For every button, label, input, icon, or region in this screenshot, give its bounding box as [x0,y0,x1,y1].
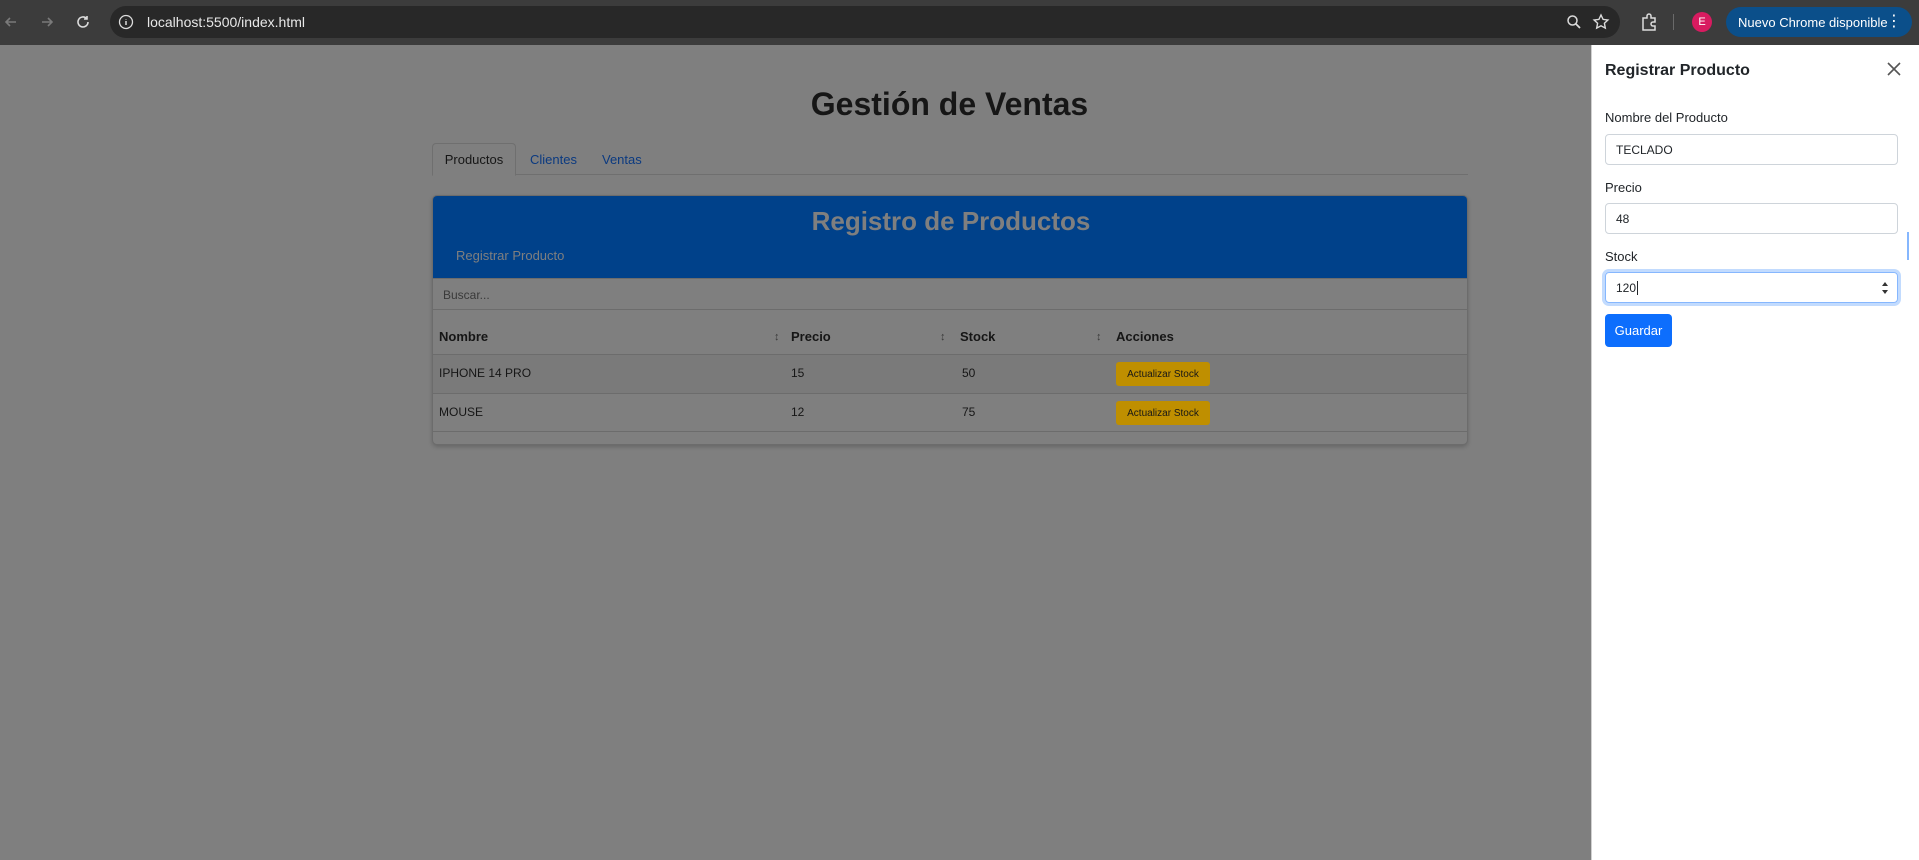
browser-toolbar: localhost:5500/index.html E Nuevo Chrome… [0,0,1919,45]
address-bar[interactable]: localhost:5500/index.html [110,6,1620,38]
focus-ring-edge [1907,232,1909,260]
stock-input[interactable]: 120 [1605,272,1898,303]
tab-productos[interactable]: Productos [432,143,516,176]
sort-icon[interactable]: ↕ [774,331,780,343]
register-product-offcanvas: Registrar Producto Nombre del Producto T… [1591,45,1919,860]
extensions-icon[interactable] [1639,12,1659,32]
nombre-label: Nombre del Producto [1605,110,1728,125]
nombre-value: TECLADO [1616,142,1673,157]
stock-value: 120 [1616,280,1637,295]
precio-input[interactable]: 48 [1605,203,1898,234]
number-spinner-icon[interactable] [1881,280,1889,296]
column-header-precio[interactable]: Precio [791,329,831,344]
cell-stock: 50 [962,366,976,380]
save-button[interactable]: Guardar [1605,314,1672,347]
toolbar-divider [1673,14,1674,30]
sort-icon[interactable]: ↕ [1096,331,1102,343]
offcanvas-title: Registrar Producto [1605,62,1750,79]
nombre-input[interactable]: TECLADO [1605,134,1898,165]
register-product-link[interactable]: Registrar Producto [456,248,564,263]
cell-precio: 15 [791,366,805,380]
cell-precio: 12 [791,405,805,419]
precio-label: Precio [1605,180,1642,195]
more-vert-icon[interactable]: ⋮ [1886,13,1902,31]
zoom-icon[interactable] [1566,14,1582,30]
url-text: localhost:5500/index.html [147,14,305,30]
close-icon[interactable] [1886,61,1902,77]
nav-tabs: Productos Clientes Ventas [432,143,1468,176]
products-card: Registro de Productos Registrar Producto… [432,195,1468,445]
card-header: Registro de Productos Registrar Producto [433,196,1467,278]
column-header-nombre[interactable]: Nombre [439,329,488,344]
cell-nombre: MOUSE [439,405,484,419]
bookmark-star-icon[interactable] [1592,13,1610,31]
update-stock-button[interactable]: Actualizar Stock [1116,401,1210,425]
reload-icon[interactable] [72,11,94,33]
tab-clientes[interactable]: Clientes [530,143,577,176]
back-icon[interactable] [0,11,22,33]
column-header-stock[interactable]: Stock [960,329,995,344]
table-row: MOUSE 12 75 Actualizar Stock [433,393,1467,432]
profile-avatar[interactable]: E [1692,12,1712,32]
card-title: Registro de Productos [811,206,1091,236]
forward-icon[interactable] [36,11,58,33]
search-placeholder: Buscar... [443,288,490,302]
table-row: IPHONE 14 PRO 15 50 Actualizar Stock [433,354,1467,393]
site-info-icon[interactable] [118,14,134,30]
sort-icon[interactable]: ↕ [940,331,946,343]
tab-ventas[interactable]: Ventas [602,143,642,176]
precio-value: 48 [1616,211,1630,226]
stock-label: Stock [1605,249,1638,264]
chrome-update-button[interactable]: Nuevo Chrome disponible ⋮ [1726,7,1912,37]
cell-stock: 75 [962,405,976,419]
update-stock-button[interactable]: Actualizar Stock [1116,362,1210,386]
text-caret [1637,280,1639,295]
cell-nombre: IPHONE 14 PRO [439,366,532,380]
update-label: Nuevo Chrome disponible [1738,14,1888,30]
column-header-acciones: Acciones [1116,329,1174,344]
search-input[interactable]: Buscar... [433,278,1467,310]
